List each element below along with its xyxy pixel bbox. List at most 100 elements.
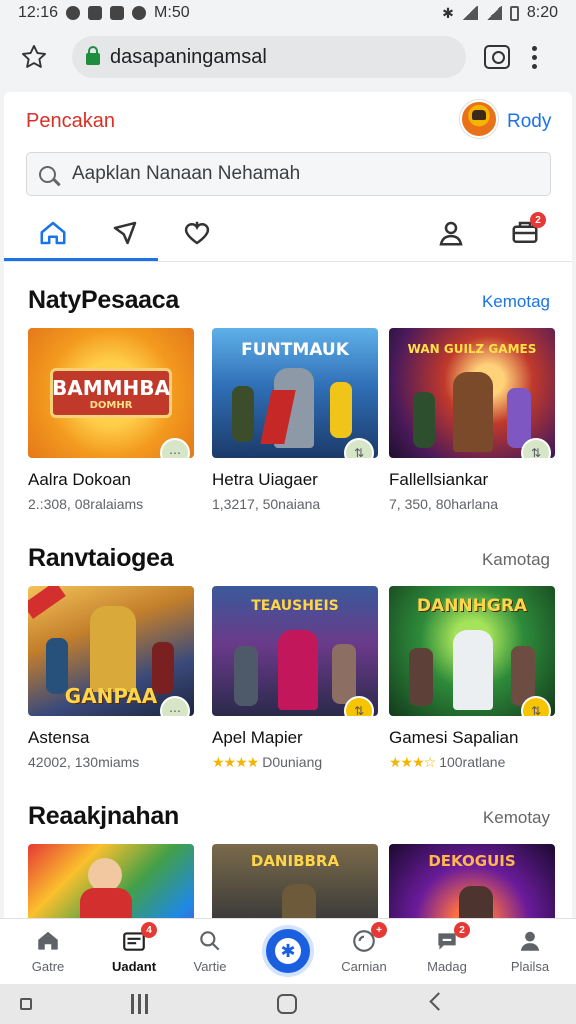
- game-meta-text: D0uniang: [262, 754, 323, 770]
- notification-icon: [66, 6, 81, 20]
- profile-icon: [515, 927, 545, 955]
- game-meta: ★★★☆ 100ratlane: [389, 754, 555, 771]
- game-thumbnail[interactable]: FUNTMAUK ⇅: [212, 328, 378, 458]
- game-art-title: DANNHGRA: [416, 596, 528, 616]
- nav-item-search[interactable]: Vartie: [170, 927, 250, 974]
- game-thumbnail[interactable]: GANPAA ⋯: [28, 586, 194, 716]
- recents-button[interactable]: [20, 998, 32, 1010]
- game-thumbnail[interactable]: BAMMHBA DOMHR ⋯: [28, 328, 194, 458]
- cart-badge: 2: [530, 212, 546, 228]
- app-notification-icon: [88, 6, 103, 20]
- page-content: Pencakan Rody Aapklan Nanaan Nehamah 2 N…: [4, 92, 572, 918]
- see-more-link[interactable]: Kemotag: [482, 292, 550, 312]
- category-tabs: 2: [4, 204, 572, 262]
- nav-item-profile[interactable]: Plailsa: [490, 927, 570, 974]
- bookmark-star-button[interactable]: [14, 37, 54, 77]
- game-art-title: BAMMHBA: [52, 376, 170, 400]
- tab-explore[interactable]: [104, 212, 146, 254]
- url-text: dasapaningamsal: [110, 45, 267, 68]
- browser-notification-icon: [132, 6, 147, 20]
- browser-toolbar: dasapaningamsal: [0, 26, 576, 88]
- back-button[interactable]: [429, 992, 448, 1011]
- star-fab-icon: ✱: [275, 938, 301, 964]
- game-name: Astensa: [28, 728, 90, 747]
- tab-profile[interactable]: [430, 212, 472, 254]
- game-art-title: DANIBBRA: [250, 852, 340, 870]
- search-placeholder: Aapklan Nanaan Nehamah: [72, 163, 301, 184]
- star-outline-icon: [21, 44, 47, 68]
- nav-item-updates[interactable]: 4 Uadant: [94, 922, 174, 974]
- game-meta: 1,3217, 50naiana: [212, 496, 321, 512]
- game-thumbnail[interactable]: DEKOGUIS: [389, 844, 555, 918]
- game-card[interactable]: TEAUSHEIS ⇅ Apel Mapier ★★★★ D0uniang: [212, 586, 378, 771]
- game-thumbnail[interactable]: DANIBBRA: [212, 844, 378, 918]
- status-middle-text: M:50: [154, 4, 190, 21]
- game-meta: 42002, 130miams: [28, 754, 140, 770]
- home-icon: [33, 927, 63, 955]
- nav-item-messages[interactable]: 2 Madag: [407, 922, 487, 974]
- game-card[interactable]: [28, 844, 194, 918]
- overflow-menu-button[interactable]: [532, 45, 537, 69]
- section-title: NatyPesaaca: [28, 286, 179, 314]
- game-name: Gamesi Sapalian: [389, 728, 519, 747]
- url-bar[interactable]: dasapaningamsal: [72, 36, 466, 78]
- nav-item-cart[interactable]: + Carnian: [324, 922, 404, 974]
- avatar[interactable]: [460, 100, 498, 138]
- recent-apps-button[interactable]: [131, 994, 149, 1014]
- status-bar: 12:16 M:50 ✱ 8:20: [0, 0, 576, 26]
- see-more-link[interactable]: Kemotay: [483, 808, 550, 828]
- heart-icon: [184, 221, 210, 245]
- game-card[interactable]: FUNTMAUK ⇅ Hetra Uiagaer 1,3217, 50naian…: [212, 328, 378, 512]
- navigation-arrow-icon: [113, 221, 137, 245]
- lock-icon: [86, 46, 100, 65]
- nav-item-home[interactable]: Gatre: [8, 927, 88, 974]
- game-card[interactable]: DEKOGUIS: [389, 844, 555, 918]
- search-input[interactable]: Aapklan Nanaan Nehamah: [26, 152, 551, 196]
- game-card[interactable]: BAMMHBA DOMHR ⋯ Aalra Dokoan 2.:308, 08r…: [28, 328, 194, 512]
- messages-badge: 2: [454, 922, 470, 938]
- game-thumbnail[interactable]: TEAUSHEIS ⇅: [212, 586, 378, 716]
- search-icon: [195, 927, 225, 955]
- game-card[interactable]: GANPAA ⋯ Astensa 42002, 130miams: [28, 586, 194, 770]
- game-name: Aalra Dokoan: [28, 470, 132, 489]
- rating-stars: ★★★★: [212, 754, 259, 770]
- game-thumbnail[interactable]: DANNHGRA ⇅: [389, 586, 555, 716]
- nav-label: Madag: [427, 959, 467, 974]
- search-icon: [39, 165, 56, 183]
- tab-favorites[interactable]: [176, 212, 218, 254]
- section-title: Reaakjnahan: [28, 802, 179, 830]
- game-art-title: DEKOGUIS: [428, 852, 516, 870]
- signal-icon: [485, 6, 502, 20]
- game-thumbnail[interactable]: [28, 844, 194, 918]
- game-thumbnail[interactable]: WAN GUILZ GAMES ⇅: [389, 328, 555, 458]
- updates-icon: 4: [119, 922, 157, 955]
- section-title: Ranvtaiogea: [28, 544, 174, 572]
- bluetooth-icon: ✱: [442, 4, 454, 21]
- game-name: Hetra Uiagaer: [212, 470, 318, 489]
- username-link[interactable]: Rody: [507, 111, 551, 133]
- game-card[interactable]: DANIBBRA: [212, 844, 378, 918]
- camera-button[interactable]: [484, 45, 510, 69]
- battery-icon: [509, 5, 519, 21]
- brand-title[interactable]: Pencakan: [26, 110, 115, 133]
- tab-home[interactable]: [32, 212, 74, 254]
- game-card[interactable]: DANNHGRA ⇅ Gamesi Sapalian ★★★☆ 100ratlan…: [389, 586, 555, 771]
- game-card[interactable]: WAN GUILZ GAMES ⇅ Fallellsiankar 7, 350,…: [389, 328, 555, 512]
- game-meta: 2.:308, 08ralaiams: [28, 496, 144, 512]
- game-meta-text: 100ratlane: [439, 754, 506, 770]
- status-right-time: 8:20: [526, 4, 558, 21]
- tab-cart[interactable]: 2: [504, 212, 546, 254]
- nav-label: Vartie: [193, 959, 227, 974]
- game-art-title: FUNTMAUK: [241, 340, 349, 360]
- nav-label: Uadant: [111, 959, 157, 974]
- nav-label: Carnian: [341, 959, 387, 974]
- game-art-title: TEAUSHEIS: [251, 598, 339, 614]
- app-header: Pencakan Rody: [4, 92, 572, 152]
- fab-button[interactable]: ✱: [262, 925, 314, 977]
- see-more-link[interactable]: Kamotag: [482, 550, 550, 570]
- home-button[interactable]: [277, 994, 297, 1014]
- cart-icon: +: [349, 922, 387, 955]
- image-notification-icon: [110, 6, 125, 20]
- nav-label: Plailsa: [510, 959, 550, 974]
- nav-label: Gatre: [31, 959, 65, 974]
